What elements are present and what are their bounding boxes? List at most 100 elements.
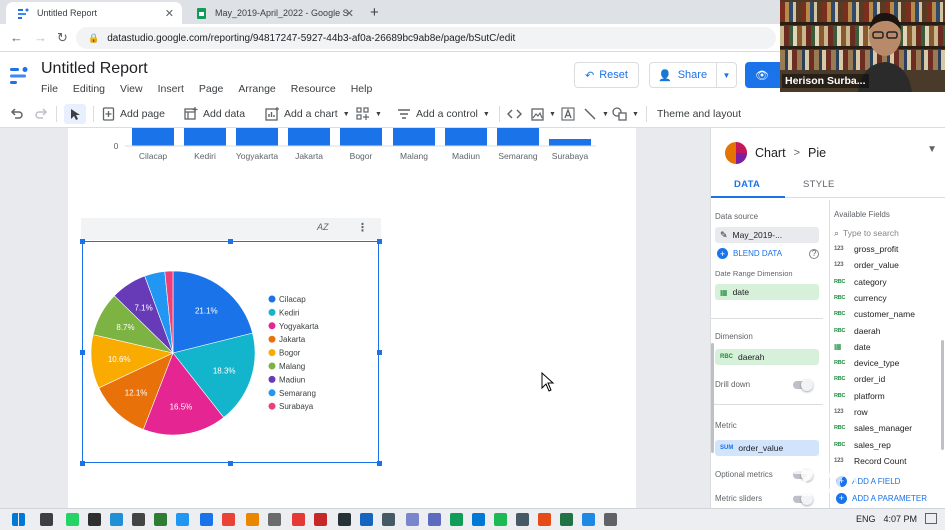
menu-view[interactable]: View bbox=[120, 83, 143, 95]
resize-handle[interactable] bbox=[79, 460, 85, 466]
clock[interactable]: 4:07 PM bbox=[883, 514, 917, 524]
field-item[interactable]: RBC daerah bbox=[834, 324, 880, 338]
share-button[interactable]: 👤 Share ▼ bbox=[649, 62, 737, 88]
embed-code-icon[interactable] bbox=[507, 105, 522, 123]
share-dropdown-icon[interactable]: ▼ bbox=[716, 63, 736, 87]
fields-scrollbar[interactable] bbox=[941, 340, 944, 450]
taskbar-app-icon[interactable] bbox=[66, 513, 79, 526]
bar-semarang[interactable] bbox=[497, 128, 539, 146]
field-item[interactable]: RBC device_type bbox=[834, 356, 899, 370]
bar-cilacap[interactable] bbox=[132, 128, 174, 146]
taskbar-app-icon[interactable] bbox=[314, 513, 327, 526]
add-data-button[interactable]: Add data bbox=[184, 105, 245, 123]
resize-handle[interactable] bbox=[79, 238, 85, 244]
taskbar-app-icon[interactable] bbox=[494, 513, 507, 526]
redo-icon[interactable] bbox=[34, 105, 48, 123]
pie-chart-selection[interactable]: 21.1% 18.3% 16.5% 12.1% 10.6% 8.7% 7.1% Cilacap… bbox=[82, 241, 379, 463]
field-item[interactable]: 123 row bbox=[834, 405, 868, 419]
bar-surabaya[interactable] bbox=[549, 139, 591, 146]
taskbar-app-icon[interactable] bbox=[428, 513, 441, 526]
data-source-chip[interactable]: ✎ May_2019-... bbox=[715, 227, 819, 243]
metric-field-chip[interactable]: SUM order_value bbox=[715, 440, 819, 456]
taskbar-app-icon[interactable] bbox=[132, 513, 145, 526]
search-icon[interactable] bbox=[40, 513, 53, 526]
taskbar-app-icon[interactable] bbox=[582, 513, 595, 526]
menu-page[interactable]: Page bbox=[199, 83, 224, 95]
back-arrow-icon[interactable]: ← bbox=[10, 30, 23, 45]
field-item[interactable]: RBC customer_name bbox=[834, 307, 915, 321]
help-icon[interactable]: ? bbox=[809, 248, 820, 259]
drill-down-toggle[interactable] bbox=[793, 379, 813, 391]
menu-resource[interactable]: Resource bbox=[291, 83, 336, 95]
shape-tool-button[interactable]: ▼ bbox=[612, 105, 639, 123]
blend-data-link[interactable]: + BLEND DATA ? bbox=[717, 248, 820, 259]
add-chart-button[interactable]: Add a chart ▼ bbox=[265, 105, 350, 123]
close-tab-icon[interactable]: ✕ bbox=[345, 7, 354, 20]
report-title[interactable]: Untitled Report bbox=[41, 60, 148, 78]
taskbar-app-icon[interactable] bbox=[472, 513, 485, 526]
report-page[interactable]: Cilacap Kediri Yogyakarta Jakarta Bogor Malan… bbox=[68, 128, 636, 508]
date-range-field-chip[interactable]: ▦ date bbox=[715, 284, 819, 300]
bar-chart[interactable]: Cilacap Kediri Yogyakarta Jakarta Bogor Malan… bbox=[68, 128, 636, 178]
menu-insert[interactable]: Insert bbox=[158, 83, 184, 95]
line-tool-button[interactable]: ▼ bbox=[583, 105, 609, 123]
field-search-input[interactable]: ⌕ Type to search bbox=[834, 226, 942, 240]
taskbar-app-icon[interactable] bbox=[292, 513, 305, 526]
taskbar-app-icon[interactable] bbox=[450, 513, 463, 526]
bar-kediri[interactable] bbox=[184, 128, 226, 146]
resize-handle[interactable] bbox=[228, 238, 233, 244]
resize-handle[interactable] bbox=[376, 238, 382, 244]
field-item[interactable]: RBC order_id bbox=[834, 372, 885, 386]
field-item[interactable]: 123 gross_profit bbox=[834, 242, 898, 256]
windows-start-icon[interactable] bbox=[12, 513, 25, 526]
field-item[interactable]: ▦ date bbox=[834, 340, 871, 354]
image-button[interactable]: ▼ bbox=[531, 105, 556, 123]
field-item[interactable]: RBC platform bbox=[834, 389, 885, 403]
add-control-button[interactable]: Add a control ▼ bbox=[397, 105, 490, 123]
tab-style[interactable]: STYLE bbox=[803, 179, 835, 190]
taskbar-app-icon[interactable] bbox=[154, 513, 167, 526]
taskbar-app-icon[interactable] bbox=[406, 513, 419, 526]
add-page-button[interactable]: Add page bbox=[102, 105, 165, 123]
sort-az-icon[interactable]: AZ bbox=[317, 222, 329, 232]
resize-handle[interactable] bbox=[376, 349, 382, 355]
taskbar-app-icon[interactable] bbox=[246, 513, 259, 526]
taskbar-app-icon[interactable] bbox=[200, 513, 213, 526]
resize-handle[interactable] bbox=[376, 460, 382, 466]
taskbar-app-icon[interactable] bbox=[110, 513, 123, 526]
menu-file[interactable]: File bbox=[41, 83, 58, 95]
browser-tab-untitled-report[interactable]: Untitled Report ✕ bbox=[6, 2, 182, 24]
view-button[interactable]: 👁 bbox=[745, 62, 785, 88]
taskbar-app-icon[interactable] bbox=[360, 513, 373, 526]
chart-type-selector[interactable]: Chart > Pie bbox=[711, 136, 945, 170]
resize-handle[interactable] bbox=[228, 460, 233, 466]
select-cursor-button[interactable] bbox=[64, 104, 86, 124]
field-item[interactable]: RBC currency bbox=[834, 291, 887, 305]
panel-scrollbar[interactable] bbox=[711, 343, 714, 453]
pie-chart[interactable]: 21.1% 18.3% 16.5% 12.1% 10.6% 8.7% 7.1% Cilacap… bbox=[83, 242, 380, 464]
taskbar-app-icon[interactable] bbox=[538, 513, 551, 526]
bar-madiun[interactable] bbox=[445, 128, 487, 146]
notification-icon[interactable] bbox=[925, 513, 937, 524]
bar-jakarta[interactable] bbox=[288, 128, 330, 146]
close-tab-icon[interactable]: ✕ bbox=[165, 7, 174, 20]
taskbar-app-icon[interactable] bbox=[516, 513, 529, 526]
taskbar-app-icon[interactable] bbox=[176, 513, 189, 526]
tab-data[interactable]: DATA bbox=[734, 179, 760, 190]
data-studio-logo-icon[interactable] bbox=[10, 66, 32, 86]
taskbar-app-icon[interactable] bbox=[560, 513, 573, 526]
menu-editing[interactable]: Editing bbox=[73, 83, 105, 95]
field-item[interactable]: RBC category bbox=[834, 275, 887, 289]
bar-malang[interactable] bbox=[393, 128, 435, 146]
taskbar-app-icon[interactable] bbox=[382, 513, 395, 526]
reload-icon[interactable]: ↻ bbox=[57, 30, 68, 46]
url-field[interactable]: 🔒 datastudio.google.com/reporting/948172… bbox=[76, 27, 776, 49]
new-tab-plus-icon[interactable]: + bbox=[370, 4, 379, 21]
community-visualizations-button[interactable]: ▼ bbox=[356, 105, 382, 123]
taskbar-app-icon[interactable] bbox=[338, 513, 351, 526]
taskbar-app-icon[interactable] bbox=[604, 513, 617, 526]
undo-icon[interactable] bbox=[10, 105, 24, 123]
bar-bogor[interactable] bbox=[340, 128, 382, 146]
field-item[interactable]: 123 order_value bbox=[834, 258, 899, 272]
forward-arrow-icon[interactable]: → bbox=[34, 30, 47, 45]
